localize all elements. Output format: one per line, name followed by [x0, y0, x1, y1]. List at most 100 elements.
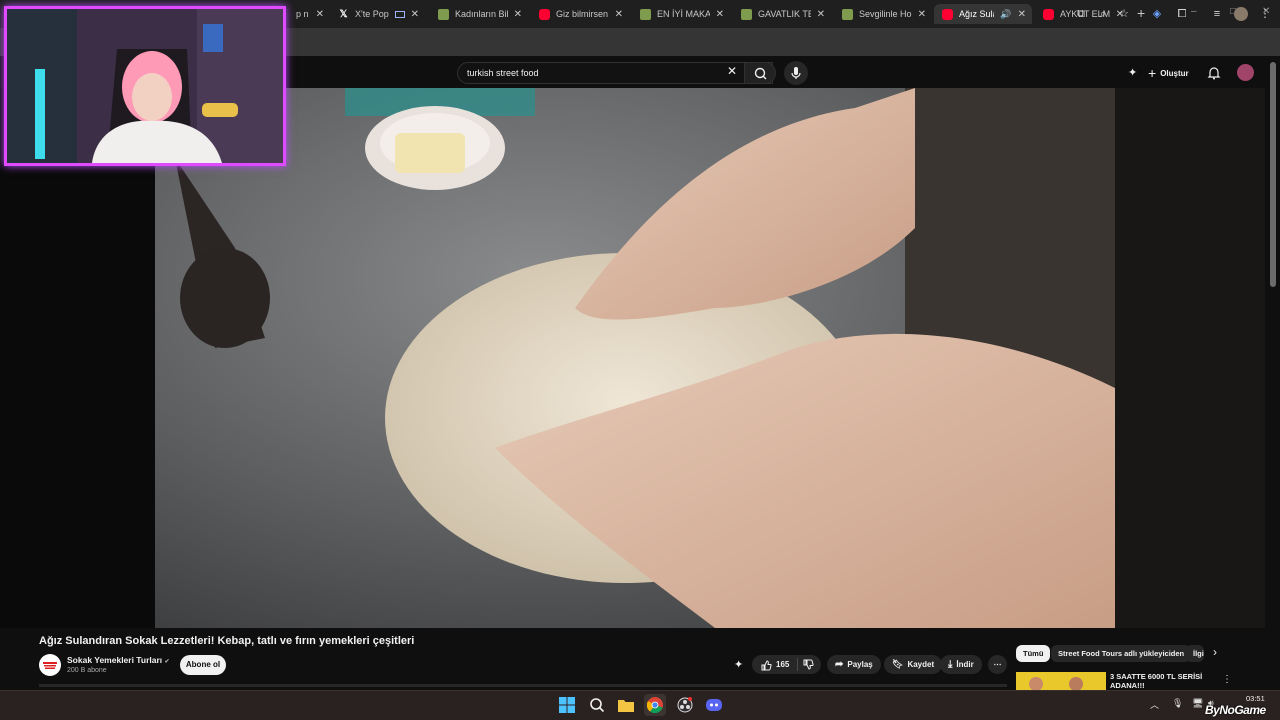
file-explorer-button[interactable]	[615, 694, 637, 716]
obs-taskbar-button[interactable]	[674, 694, 696, 716]
network-icon[interactable]: 🖥︎	[1192, 698, 1203, 709]
share-label: Paylaş	[847, 660, 873, 669]
close-icon[interactable]: ✕	[716, 9, 724, 20]
tab-title: X'te Popüler	[355, 9, 389, 19]
search-query: turkish street food	[467, 68, 539, 78]
left-margin	[0, 88, 155, 628]
browser-tab[interactable]: Kadınların Bile ✕	[430, 4, 528, 24]
search-button[interactable]	[744, 62, 776, 84]
browser-tab[interactable]: Sevgilinle Holk ✕	[834, 4, 932, 24]
zoom-icon[interactable]: ⌕	[1096, 7, 1110, 21]
browser-tab-active[interactable]: Ağız Sulanc 🔊 ✕	[934, 4, 1032, 24]
media-control-icon[interactable]: ≡	[1210, 7, 1224, 21]
chip-related[interactable]: İlgili	[1186, 645, 1204, 662]
create-button[interactable]: + Oluştur	[1148, 63, 1189, 83]
cast-icon[interactable]: ⧉	[1074, 7, 1088, 21]
site-favicon-icon	[438, 8, 449, 20]
subscribe-button[interactable]: Abone ol	[180, 655, 226, 675]
channel-name[interactable]: Sokak Yemekleri Turları ✔	[67, 655, 170, 665]
more-actions-button[interactable]: ⋯	[988, 655, 1007, 674]
start-button[interactable]	[556, 694, 578, 716]
tab-title: p n	[296, 9, 309, 19]
close-icon[interactable]: ✕	[918, 9, 926, 20]
browser-tab[interactable]: p n ✕	[288, 4, 330, 24]
obs-icon	[677, 697, 693, 713]
microphone-icon	[791, 67, 801, 79]
puzzle-icon[interactable]: ⧠	[1175, 7, 1189, 21]
discord-taskbar-button[interactable]	[703, 694, 725, 716]
download-button[interactable]: ⤓ İndir	[940, 655, 982, 674]
comment-area-divider	[39, 684, 1007, 687]
save-button[interactable]: 🔖︎ Kaydet	[884, 655, 943, 674]
plus-icon: +	[1148, 65, 1157, 81]
microphone-tray-icon[interactable]: 🎙︎	[1172, 698, 1183, 709]
recommendation-title[interactable]: 3 SAATTE 6000 TL SERİSİ ADANA!!!	[1110, 672, 1215, 690]
tray-overflow-icon[interactable]: ︿	[1150, 698, 1159, 711]
page-scrollbar[interactable]	[1270, 62, 1276, 287]
browser-tab[interactable]: EN İYİ MAKARI ✕	[632, 4, 730, 24]
minimize-button[interactable]: –	[1191, 6, 1197, 17]
voice-search-button[interactable]	[784, 61, 808, 85]
video-player[interactable]	[155, 88, 1115, 628]
media-icon	[395, 10, 405, 18]
webcam-overlay	[4, 6, 286, 166]
youtube-favicon-icon	[1043, 8, 1054, 20]
recommendation-thumbnail[interactable]	[1016, 672, 1106, 690]
tab-title: Sevgilinle Holk	[859, 9, 912, 19]
folder-icon	[618, 700, 634, 712]
windows-logo-icon	[559, 697, 575, 713]
taskbar-search-button[interactable]	[586, 694, 608, 716]
streamer-webcam-image	[7, 9, 283, 163]
speaker-icon[interactable]: 🔊	[1000, 9, 1011, 20]
chrome-icon	[647, 697, 663, 713]
x-logo-icon: 𝕏	[339, 8, 348, 20]
save-label: Kaydet	[907, 660, 935, 669]
profile-avatar[interactable]	[1234, 7, 1248, 21]
ai-sparkle-icon[interactable]: ✦	[1128, 66, 1137, 79]
close-icon[interactable]: ✕	[316, 9, 324, 20]
thumbnail-image	[1016, 672, 1106, 690]
notifications-bell-icon[interactable]	[1207, 66, 1221, 80]
video-frame	[155, 88, 1115, 628]
account-avatar[interactable]	[1237, 64, 1254, 81]
clear-search-icon[interactable]: ✕	[727, 64, 737, 78]
search-input[interactable]: turkish street food	[457, 62, 773, 84]
browser-tab[interactable]: 𝕏 X'te Popüler ✕	[330, 4, 425, 24]
bookmark-star-icon[interactable]: ☆	[1117, 7, 1131, 21]
download-label: İndir	[956, 660, 974, 669]
browser-tab[interactable]: Giz bilmirsen e ✕	[531, 4, 629, 24]
chip-from-uploader[interactable]: Street Food Tours adlı yükleyiciden	[1051, 645, 1192, 662]
create-label: Oluştur	[1160, 68, 1189, 78]
right-margin	[1115, 88, 1265, 628]
youtube-favicon-icon	[942, 8, 953, 20]
tab-title: Giz bilmirsen e	[556, 9, 609, 19]
thumbs-down-icon[interactable]	[802, 659, 814, 671]
site-favicon-icon	[842, 8, 853, 20]
menu-icon[interactable]: ⋮	[1258, 7, 1272, 21]
taskbar-clock[interactable]: 03:51	[1246, 694, 1265, 703]
close-icon[interactable]: ✕	[817, 9, 825, 20]
share-icon: ➦	[835, 659, 844, 670]
chip-all[interactable]: Tümü	[1016, 645, 1051, 662]
channel-logo-icon	[40, 655, 60, 675]
browser-tab[interactable]: GAVATLIK TEST ✕	[733, 4, 831, 24]
like-button[interactable]: 165	[752, 655, 821, 674]
channel-avatar[interactable]	[39, 654, 61, 676]
close-icon[interactable]: ✕	[615, 9, 623, 20]
site-favicon-icon	[640, 8, 651, 20]
chrome-taskbar-button[interactable]	[644, 694, 666, 716]
subscriber-count: 200 B abone	[67, 667, 107, 674]
ai-sparkle-icon[interactable]: ✦	[734, 658, 743, 671]
new-tab-button[interactable]: +	[1137, 5, 1145, 21]
close-icon[interactable]: ✕	[411, 9, 419, 20]
more-options-icon[interactable]: ⋮	[1222, 674, 1232, 685]
tab-title: EN İYİ MAKARI	[657, 9, 710, 19]
bookmark-icon: 🔖︎	[892, 659, 904, 669]
close-icon[interactable]: ✕	[514, 9, 522, 20]
close-icon[interactable]: ✕	[1018, 9, 1026, 20]
share-button[interactable]: ➦ Paylaş	[827, 655, 881, 674]
screen: p n ✕ 𝕏 X'te Popüler ✕ Kadınların Bile ✕…	[0, 0, 1280, 720]
extension-icon[interactable]: ◈	[1150, 7, 1164, 21]
search-icon	[590, 698, 605, 713]
chevron-right-icon[interactable]: ›	[1213, 645, 1217, 659]
